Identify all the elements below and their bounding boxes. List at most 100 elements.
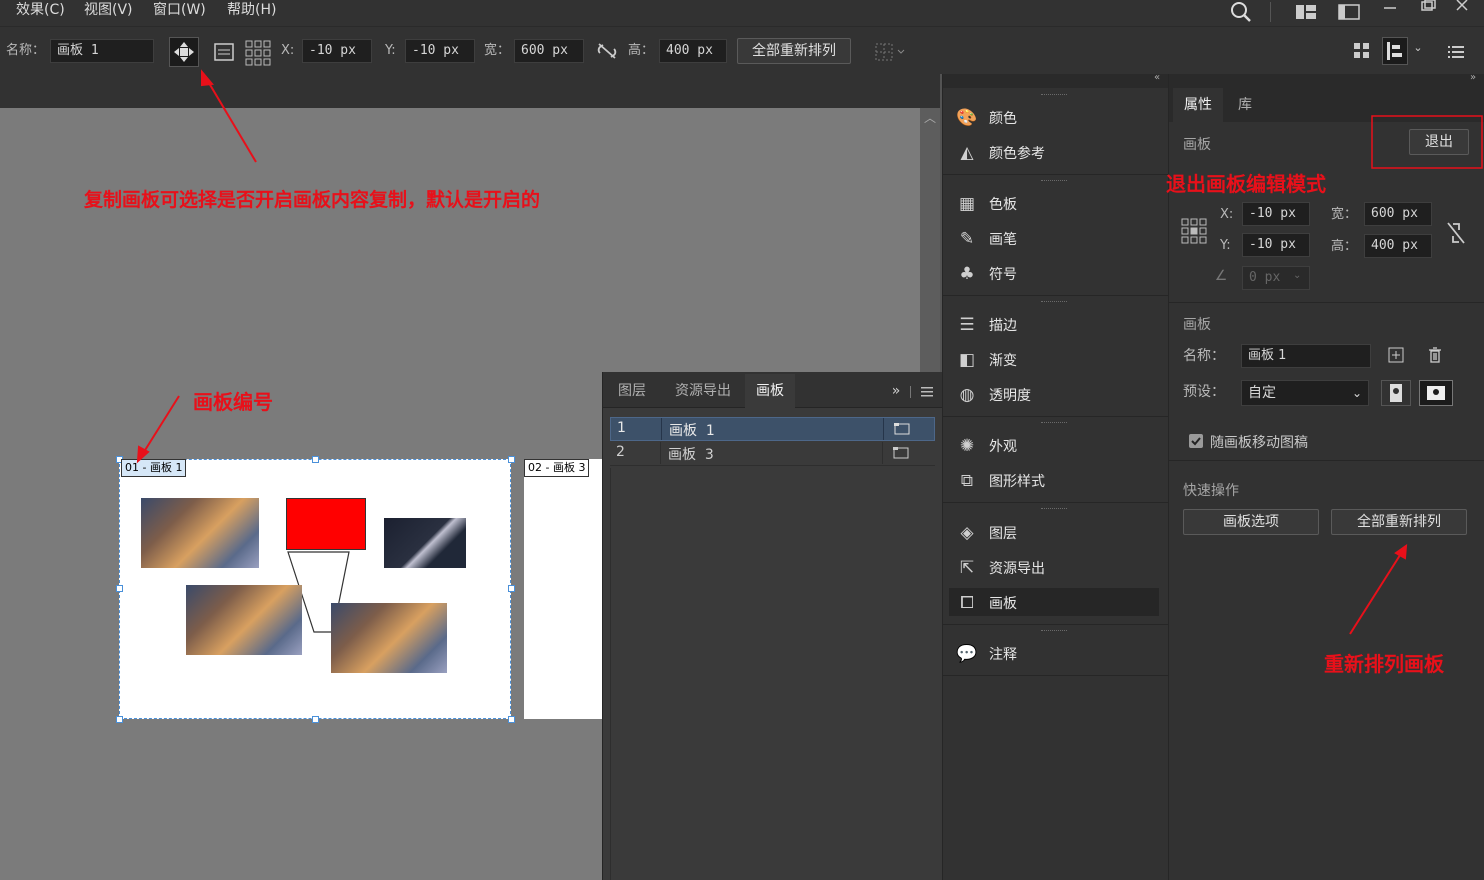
dock-item-appearance[interactable]: ✺ 外观 (955, 431, 1017, 461)
divider (883, 418, 884, 440)
dock-grip[interactable] (1041, 180, 1067, 181)
tab-properties[interactable]: 属性 (1173, 88, 1223, 122)
artboard-options-button[interactable]: 画板选项 (1183, 509, 1319, 535)
trash-icon[interactable] (1426, 346, 1444, 364)
landscape-button[interactable] (1419, 380, 1453, 406)
dock-item-stroke[interactable]: ☰ 描边 (955, 310, 1017, 340)
menu-effects[interactable]: 效果(C) (16, 0, 65, 22)
y-input[interactable]: -10 px (1242, 233, 1310, 257)
artboard-options-icon[interactable] (213, 41, 235, 63)
tab-layers[interactable]: 图层 (611, 374, 653, 408)
artboard-name-input[interactable]: 画板 1 (1241, 344, 1371, 368)
dock-item-transparency[interactable]: ◍ 透明度 (955, 380, 1031, 410)
dock-grip[interactable] (1041, 508, 1067, 509)
x-input[interactable]: -10 px (302, 39, 372, 63)
preset-select[interactable]: 自定 ⌄ (1241, 380, 1369, 406)
resize-handle[interactable] (116, 585, 123, 592)
artwork-image[interactable] (331, 603, 447, 673)
resize-handle[interactable] (312, 456, 319, 463)
artwork-image[interactable] (384, 518, 466, 568)
reference-point-icon[interactable] (245, 40, 271, 66)
menu-window[interactable]: 窗口(W) (153, 0, 206, 22)
dock-grip[interactable] (1041, 301, 1067, 302)
resize-handle[interactable] (508, 585, 515, 592)
dock-item-layers[interactable]: ◈ 图层 (955, 518, 1017, 548)
height-input[interactable]: 400 px (659, 39, 727, 63)
exit-button[interactable]: 退出 (1409, 129, 1469, 155)
chevron-down-icon[interactable]: ⌄ (1293, 270, 1301, 281)
panel-dock: « 🎨 颜色 ◭ 颜色参考 ▦ 色板 ✎ 画笔 ♣ 符号 ☰ 描边 ◧ 渐变 ◍ 透明度 ✺ 外观… (942, 72, 1169, 880)
appearance-icon: ✺ (959, 436, 975, 456)
dock-grip[interactable] (1041, 630, 1067, 631)
width-input[interactable]: 600 px (514, 39, 584, 63)
artboard-options-icon[interactable] (892, 446, 910, 460)
menu-lines-icon[interactable] (1446, 43, 1466, 61)
artwork-image[interactable] (186, 585, 302, 655)
chevron-down-icon: ⌄ (1351, 386, 1362, 400)
width-input[interactable]: 600 px (1364, 202, 1432, 226)
collapse-icon[interactable]: » (887, 382, 905, 400)
collapse-panel-icon[interactable]: » (1465, 72, 1481, 86)
chevron-down-icon[interactable]: ⌄ (1410, 41, 1426, 61)
dock-item-comments[interactable]: 💬 注释 (955, 639, 1017, 669)
restore-icon[interactable] (1418, 0, 1438, 12)
height-input[interactable]: 400 px (1364, 234, 1432, 258)
dock-item-gradient[interactable]: ◧ 渐变 (955, 345, 1017, 375)
rearrange-all-button[interactable]: 全部重新排列 (737, 38, 851, 64)
artboard-label-2[interactable]: 02 - 画板 3 (524, 459, 590, 477)
panel-layout-icon[interactable] (1338, 4, 1360, 20)
artboard-2[interactable] (524, 459, 604, 719)
minimize-icon[interactable] (1380, 0, 1400, 12)
dock-item-graphic-styles[interactable]: ⧉ 图形样式 (955, 466, 1045, 496)
reference-point-icon[interactable] (1181, 218, 1207, 244)
unlink-icon[interactable] (1445, 220, 1467, 246)
artboard-label-1[interactable]: 01 - 画板 1 (121, 459, 187, 477)
artboard-icon: ⧠ (960, 593, 974, 613)
rearrange-all-button[interactable]: 全部重新排列 (1331, 509, 1467, 535)
portrait-button[interactable] (1381, 380, 1411, 406)
tab-artboards[interactable]: 画板 (745, 374, 795, 408)
table-row[interactable]: 2 画板 3 (610, 442, 935, 466)
move-copy-artwork-button[interactable] (169, 37, 199, 67)
dock-item-artboards[interactable]: ⧠ 画板 (955, 588, 1017, 618)
dock-item-symbols[interactable]: ♣ 符号 (955, 259, 1017, 289)
resize-handle[interactable] (508, 456, 515, 463)
scroll-up-icon[interactable]: ︿ (922, 110, 938, 126)
y-input[interactable]: -10 px (405, 39, 475, 63)
move-with-artboard-checkbox[interactable] (1189, 434, 1203, 448)
dock-grip[interactable] (1041, 422, 1067, 423)
control-bar: 名称： 画板 1 X: -10 px Y: -10 px 宽： 600 px 高… (0, 26, 1484, 74)
add-artboard-icon[interactable] (1387, 346, 1405, 364)
menu-help[interactable]: 帮助(H) (227, 0, 276, 22)
dock-item-asset-export[interactable]: ⇱ 资源导出 (955, 553, 1045, 583)
red-rectangle[interactable] (286, 498, 366, 550)
artwork-image[interactable] (141, 498, 259, 568)
panel-menu-icon[interactable] (919, 386, 935, 398)
arrange-icon[interactable] (1352, 41, 1372, 61)
dock-item-swatches[interactable]: ▦ 色板 (955, 189, 1017, 219)
dock-grip[interactable] (1041, 94, 1067, 95)
close-icon[interactable] (1452, 0, 1472, 12)
resize-handle[interactable] (116, 716, 123, 723)
artboard-1[interactable] (119, 459, 511, 719)
align-grid-icon[interactable] (874, 41, 908, 63)
align-panel-button[interactable] (1382, 37, 1408, 65)
table-row[interactable]: 1 画板 1 (610, 417, 935, 441)
dock-item-brushes[interactable]: ✎ 画笔 (955, 224, 1017, 254)
x-input[interactable]: -10 px (1242, 202, 1310, 226)
artboard-options-icon[interactable] (893, 422, 911, 436)
angle-icon: ∠ (1214, 268, 1228, 284)
link-icon[interactable] (596, 41, 618, 61)
height-label: 高： (1331, 239, 1358, 254)
tab-asset-export[interactable]: 资源导出 (666, 374, 740, 408)
resize-handle[interactable] (312, 716, 319, 723)
search-icon[interactable] (1230, 1, 1252, 23)
artboard-name-input[interactable]: 画板 1 (50, 39, 154, 63)
dock-item-color-guide[interactable]: ◭ 颜色参考 (955, 138, 1045, 168)
dock-item-color[interactable]: 🎨 颜色 (955, 103, 1017, 133)
collapse-dock-icon[interactable]: « (1149, 72, 1165, 86)
workspace-icon[interactable] (1295, 4, 1317, 20)
menu-view[interactable]: 视图(V) (84, 0, 133, 22)
tab-library[interactable]: 库 (1227, 88, 1263, 122)
resize-handle[interactable] (508, 716, 515, 723)
